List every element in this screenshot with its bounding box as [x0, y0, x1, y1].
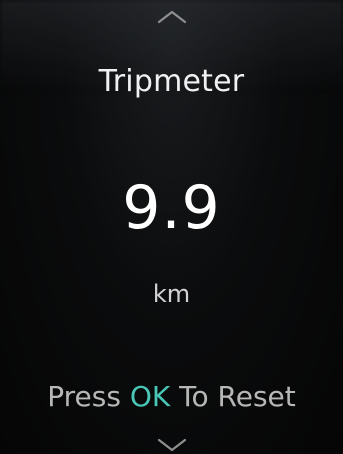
- page-title: Tripmeter: [98, 64, 245, 99]
- reset-hint: Press OK To Reset: [0, 380, 343, 413]
- distance-unit: km: [152, 280, 191, 308]
- hint-suffix: To Reset: [179, 380, 296, 413]
- chevron-down-icon[interactable]: [155, 436, 189, 454]
- hint-prefix: Press: [47, 380, 121, 413]
- chevron-up-icon[interactable]: [155, 8, 189, 26]
- ok-key-label: OK: [129, 380, 171, 413]
- trip-distance-value: 9.9: [122, 173, 221, 243]
- tripmeter-screen: Tripmeter 9.9 km Press OK To Reset: [0, 0, 343, 454]
